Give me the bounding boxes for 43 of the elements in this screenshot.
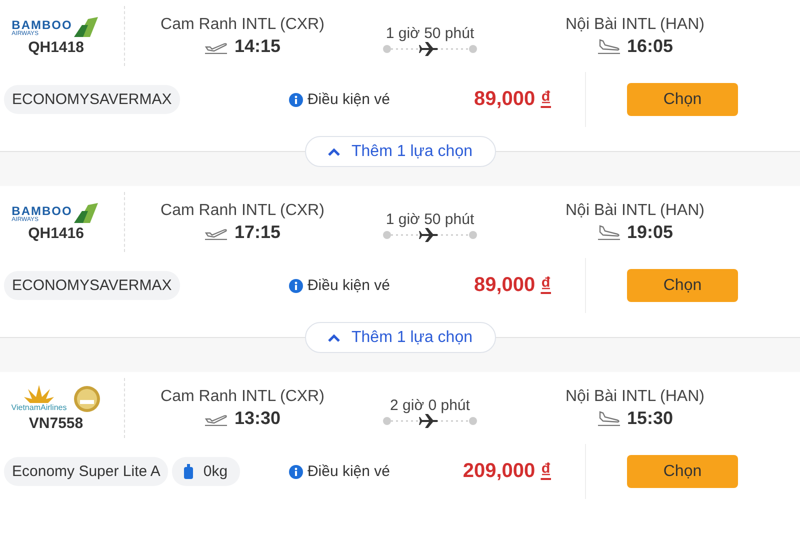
select-button[interactable]: Chọn: [627, 269, 738, 302]
ticket-price: 89,000 ₫: [473, 274, 552, 297]
arrival-time: 19:05: [626, 222, 674, 242]
select-button[interactable]: Chọn: [627, 455, 738, 488]
arrival-airport: Nội Bài INTL (HAN): [566, 388, 704, 406]
arrival-airport: Nội Bài INTL (HAN): [566, 202, 704, 220]
arrival-airport: Nội Bài INTL (HAN): [566, 16, 704, 34]
airline-logo: VietnamAirlines: [11, 384, 101, 412]
departure-airport: Cam Ranh INTL (CXR): [160, 202, 324, 220]
flight-duration: 2 giờ 0 phút: [390, 396, 470, 414]
ticket-price: 209,000 ₫: [462, 460, 552, 483]
flight-number: QH1418: [28, 38, 84, 56]
flight-duration: 1 giờ 50 phút: [386, 210, 474, 228]
flight-duration: 1 giờ 50 phút: [386, 24, 474, 42]
more-options-button[interactable]: Thêm 1 lựa chọn: [304, 322, 496, 353]
departure-airport: Cam Ranh INTL (CXR): [160, 388, 324, 406]
departure-time: 14:15: [234, 36, 281, 56]
flight-number: VN7558: [28, 414, 84, 432]
landing-icon: [596, 224, 621, 240]
select-button[interactable]: Chọn: [627, 83, 738, 116]
fare-class-tag: Economy Super Lite A: [4, 457, 168, 486]
info-icon: [289, 92, 304, 106]
landing-icon: [596, 410, 621, 426]
fare-class-tag: ECONOMYSAVERMAX: [4, 271, 180, 300]
fare-class-tag: ECONOMYSAVERMAX: [4, 85, 180, 114]
chevron-up-icon: [328, 148, 340, 156]
luggage-icon: [184, 464, 194, 479]
baggage-allowance: 0kg: [203, 463, 228, 480]
flight-number: QH1416: [28, 224, 84, 242]
landing-icon: [596, 38, 621, 54]
ticket-price: 89,000 ₫: [473, 88, 552, 111]
fare-conditions-link[interactable]: Điều kiện vé: [289, 277, 390, 294]
departure-time: 13:30: [234, 408, 281, 428]
chevron-up-icon: [328, 334, 340, 342]
departure-airport: Cam Ranh INTL (CXR): [160, 16, 324, 34]
arrival-time: 16:05: [626, 36, 674, 56]
fare-conditions-link[interactable]: Điều kiện vé: [289, 91, 390, 108]
info-icon: [289, 278, 304, 292]
info-icon: [289, 464, 304, 478]
arrival-time: 15:30: [626, 408, 674, 428]
fare-conditions-link[interactable]: Điều kiện vé: [289, 463, 390, 480]
more-options-button[interactable]: Thêm 1 lựa chọn: [304, 136, 496, 167]
departure-time: 17:15: [234, 222, 281, 242]
